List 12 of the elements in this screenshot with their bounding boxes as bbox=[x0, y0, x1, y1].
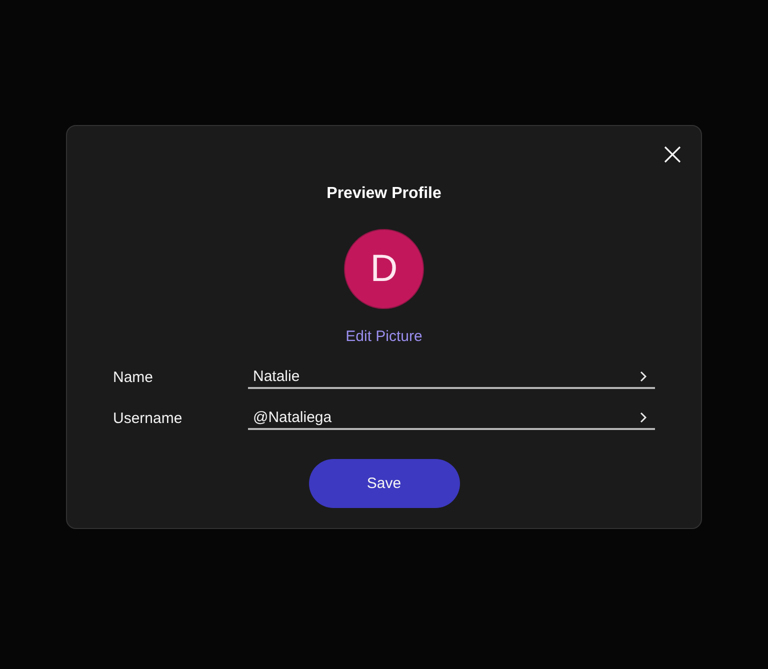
chevron-icon[interactable] bbox=[640, 371, 647, 382]
field-label: Name bbox=[113, 368, 154, 386]
close-button[interactable] bbox=[663, 145, 682, 164]
text-field[interactable]: Natalie bbox=[248, 365, 655, 389]
chevron-icon[interactable] bbox=[640, 412, 647, 423]
avatar: D bbox=[344, 229, 424, 309]
text-field[interactable]: @Nataliega bbox=[248, 406, 655, 430]
edit-picture-link[interactable]: Edit Picture bbox=[346, 328, 422, 346]
close-icon bbox=[664, 146, 681, 163]
dialog-title: Preview Profile bbox=[326, 184, 442, 204]
field-label: Username bbox=[113, 410, 184, 426]
save-button[interactable]: Save bbox=[308, 459, 460, 508]
